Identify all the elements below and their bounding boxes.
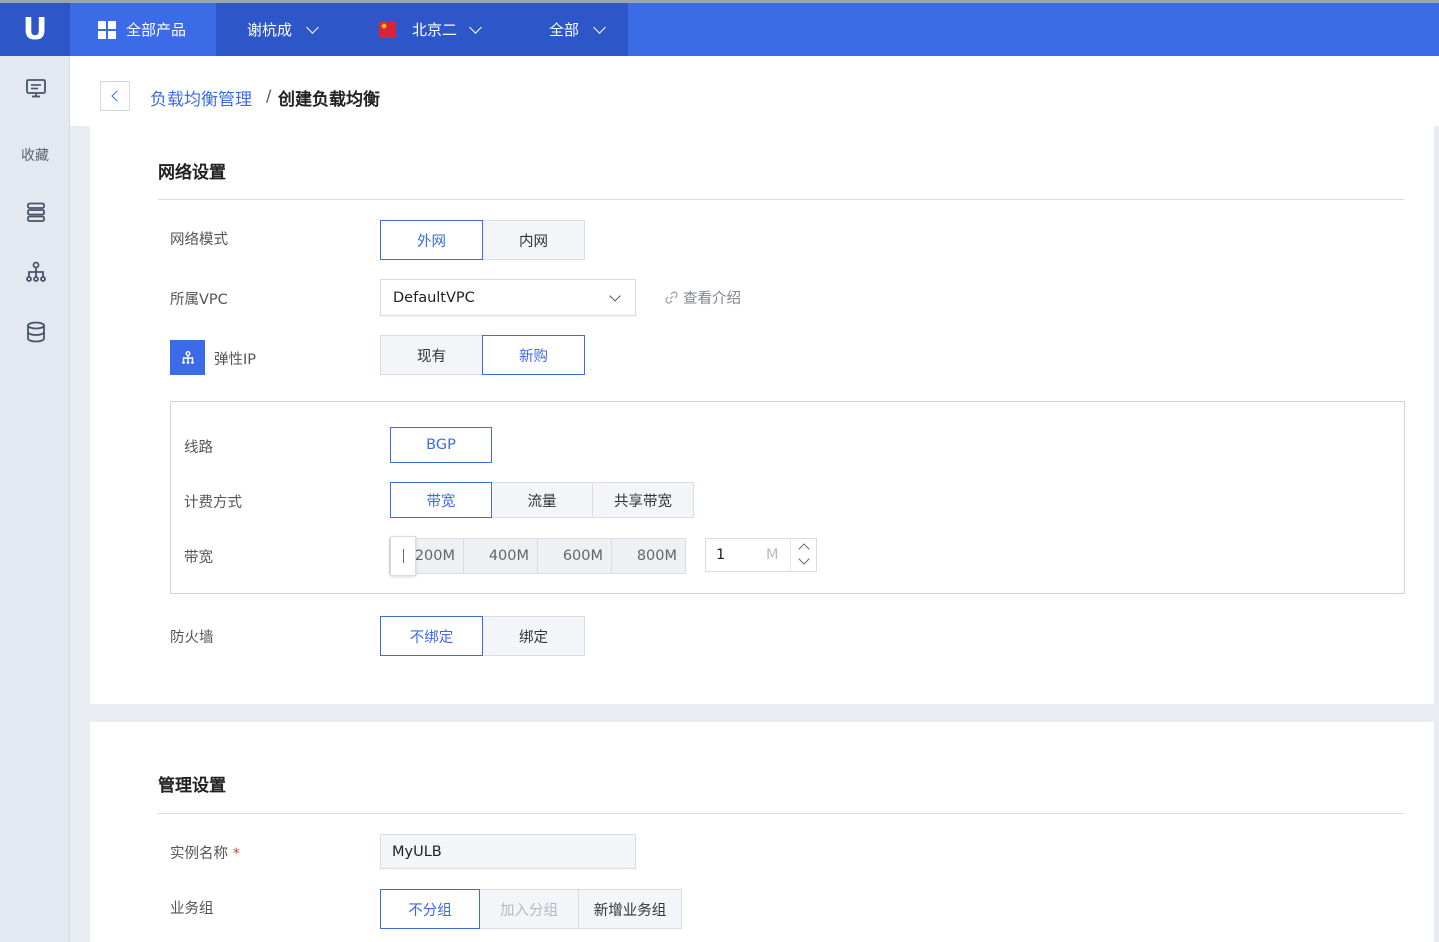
- billing-bandwidth[interactable]: 带宽: [390, 482, 492, 518]
- firewall-label: 防火墙: [170, 630, 214, 646]
- billing-selector: 带宽 流量 共享带宽: [390, 482, 694, 518]
- instance-name-input[interactable]: MyULB: [380, 834, 636, 869]
- vpc-intro-link[interactable]: 查看介绍: [664, 287, 741, 308]
- divider: [158, 199, 1405, 200]
- network-mode-label: 网络模式: [170, 232, 228, 248]
- management-settings-card: 管理设置 实例名称 * MyULB 业务组 不分组 加入分组 新增业务组: [90, 722, 1434, 942]
- china-flag-icon: [379, 21, 396, 38]
- divider: [158, 813, 1405, 814]
- vpc-select[interactable]: DefaultVPC: [380, 279, 636, 316]
- line-label: 线路: [184, 440, 213, 456]
- bandwidth-slider[interactable]: 200M 400M 600M 800M: [389, 538, 686, 574]
- top-nav: 全部产品 谢杭成 北京二 全部: [70, 3, 628, 56]
- server-stack-icon[interactable]: [24, 200, 48, 224]
- firewall-selector: 不绑定 绑定: [380, 616, 585, 656]
- bandwidth-slider-handle[interactable]: [390, 536, 416, 576]
- group-join[interactable]: 加入分组: [479, 889, 579, 929]
- back-button[interactable]: [100, 81, 130, 111]
- firewall-unbound[interactable]: 不绑定: [380, 616, 483, 656]
- business-group-selector: 不分组 加入分组 新增业务组: [380, 889, 682, 929]
- chevron-down-icon: [469, 20, 482, 34]
- bandwidth-value: 1: [716, 547, 726, 563]
- page-title: 创建负载均衡: [278, 90, 380, 110]
- bandwidth-tick: 800M: [611, 538, 686, 574]
- project-scope-dropdown[interactable]: 全部: [510, 3, 628, 56]
- line-bgp[interactable]: BGP: [390, 427, 492, 463]
- eip-selector: 现有 新购: [380, 335, 585, 375]
- instance-name-label-text: 实例名称: [170, 846, 228, 862]
- breadcrumb-parent-link[interactable]: 负载均衡管理: [150, 85, 252, 110]
- page-header: 负载均衡管理 / 创建负载均衡: [70, 56, 1439, 126]
- instance-name-value: MyULB: [392, 843, 442, 860]
- eip-existing[interactable]: 现有: [380, 335, 483, 375]
- grid-icon: [98, 20, 116, 39]
- chevron-down-icon[interactable]: [798, 553, 810, 565]
- bandwidth-stepper[interactable]: 1 M: [705, 538, 817, 572]
- link-icon: [665, 291, 678, 304]
- eip-new[interactable]: 新购: [482, 335, 585, 375]
- top-bar: U 全部产品 谢杭成 北京二 全部: [0, 0, 1439, 56]
- user-name: 谢杭成: [247, 21, 293, 39]
- region-name: 北京二: [412, 21, 458, 39]
- billing-shared-bandwidth[interactable]: 共享带宽: [592, 482, 694, 518]
- chevron-down-icon: [609, 290, 621, 302]
- eip-label: 弹性IP: [214, 352, 257, 368]
- logo-text: U: [22, 11, 48, 47]
- billing-label: 计费方式: [184, 495, 242, 511]
- management-section-title: 管理设置: [158, 776, 226, 796]
- all-products-label: 全部产品: [126, 21, 187, 39]
- required-mark: *: [232, 846, 240, 862]
- breadcrumb-separator: /: [266, 86, 272, 105]
- instance-name-label: 实例名称 *: [170, 842, 240, 863]
- billing-traffic[interactable]: 流量: [491, 482, 593, 518]
- network-mode-external[interactable]: 外网: [380, 220, 483, 260]
- monitor-icon[interactable]: [24, 76, 48, 100]
- eip-icon: [170, 340, 205, 375]
- favorites-link[interactable]: 收藏: [0, 145, 70, 165]
- region-dropdown[interactable]: 北京二: [348, 3, 510, 56]
- network-section-title: 网络设置: [158, 163, 226, 183]
- stepper-buttons: [790, 539, 817, 571]
- chevron-left-icon: [111, 90, 123, 102]
- network-mode-selector: 外网 内网: [380, 220, 585, 260]
- line-selector: BGP: [390, 427, 492, 463]
- user-dropdown[interactable]: 谢杭成: [216, 3, 348, 56]
- all-products-button[interactable]: 全部产品: [70, 3, 216, 56]
- firewall-bind[interactable]: 绑定: [482, 616, 585, 656]
- logo[interactable]: U: [0, 3, 70, 56]
- bandwidth-tick: 400M: [463, 538, 538, 574]
- load-balancer-icon[interactable]: [24, 260, 48, 284]
- group-add-new[interactable]: 新增业务组: [578, 889, 682, 929]
- vpc-intro-text: 查看介绍: [683, 291, 741, 307]
- bandwidth-tick: 600M: [537, 538, 612, 574]
- database-icon[interactable]: [24, 320, 48, 344]
- business-group-label: 业务组: [170, 901, 214, 917]
- scope-name: 全部: [549, 21, 580, 39]
- vpc-label: 所属VPC: [170, 292, 228, 308]
- group-none[interactable]: 不分组: [380, 889, 480, 929]
- eip-config-box: 线路 BGP 计费方式 带宽 流量 共享带宽 带宽 200M 400M 600M…: [170, 401, 1405, 594]
- sidebar: 收藏: [0, 56, 70, 942]
- network-mode-internal[interactable]: 内网: [482, 220, 585, 260]
- network-settings-card: 网络设置 网络模式 外网 内网 所属VPC DefaultVPC 查看介绍 弹性…: [90, 126, 1434, 704]
- bandwidth-label: 带宽: [184, 550, 213, 566]
- bandwidth-unit: M: [766, 547, 779, 563]
- vpc-value: DefaultVPC: [393, 289, 475, 306]
- chevron-down-icon: [593, 20, 606, 34]
- chevron-down-icon: [306, 20, 319, 34]
